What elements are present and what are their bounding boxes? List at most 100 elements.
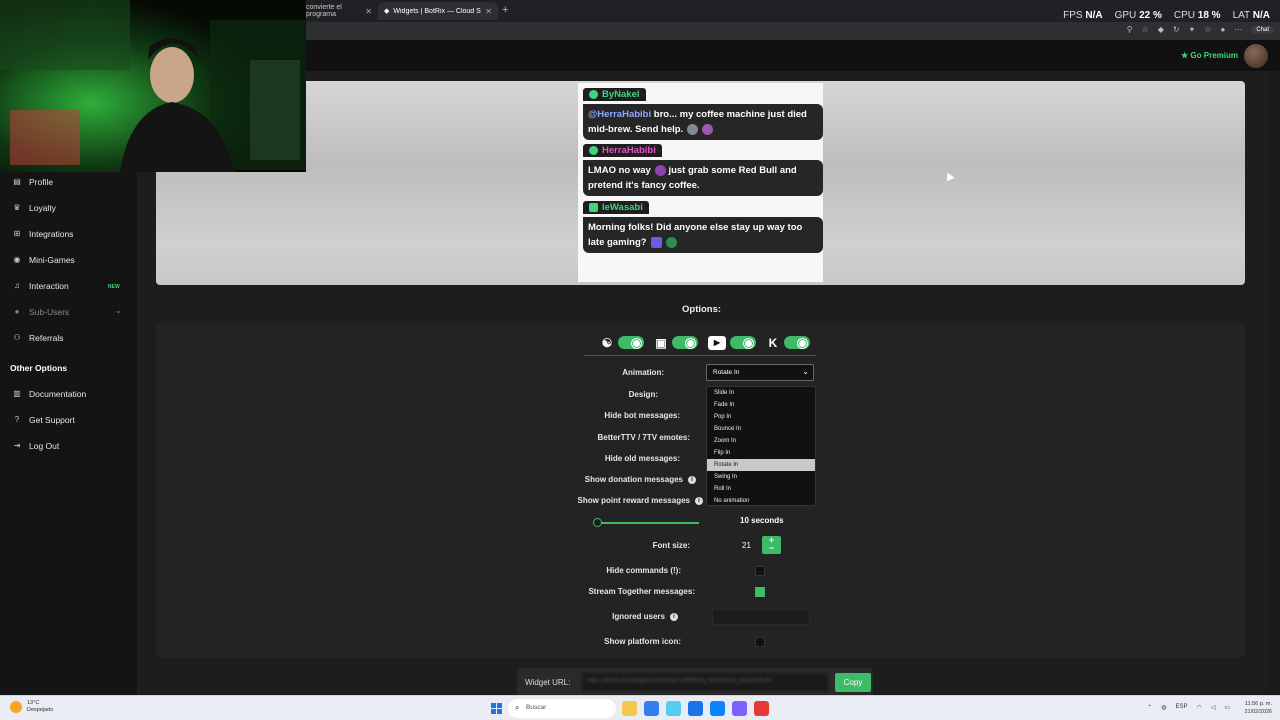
browser-tab[interactable]: convierte el programa ✕ [300, 2, 378, 20]
copy-button[interactable]: Copy [835, 673, 871, 692]
sidebar-item-integrations[interactable]: ⊞ Integrations [12, 229, 74, 239]
chat-message: HerraHabibi LMAO no way just grab some R… [583, 142, 823, 196]
bookmark-icon[interactable]: ☆ [1204, 25, 1211, 34]
edge-icon[interactable] [644, 701, 659, 716]
kick-platform-icon [589, 90, 598, 99]
battery-icon[interactable]: ▭ [1224, 704, 1230, 711]
chevron-down-icon[interactable]: ⌄ [115, 306, 122, 315]
star-icon[interactable]: ☆ [1142, 25, 1149, 34]
sidebar-item-interaction[interactable]: ♫ Interaction [12, 281, 69, 291]
music-icon: ♫ [14, 281, 20, 290]
kick-toggle[interactable] [784, 336, 810, 349]
animation-option[interactable]: Bounce In [707, 423, 815, 435]
animation-option[interactable]: Roll In [707, 483, 815, 495]
weather-desc: Despejado [27, 707, 54, 713]
ignored-users-row: Ignored users i [560, 612, 678, 621]
info-icon[interactable]: i [688, 475, 696, 484]
refresh-icon[interactable]: ↻ [1173, 25, 1180, 34]
browser-tab-active[interactable]: ◆ Widgets | BotRix — Cloud Stream ✕ [378, 2, 498, 20]
animation-option[interactable]: Slide In [707, 387, 815, 399]
chat-bubble: LMAO no way just grab some Red Bull and … [583, 160, 823, 196]
animation-option[interactable]: Swing In [707, 471, 815, 483]
sidebar-item-mini-games[interactable]: ◉ Mini-Games [12, 255, 75, 265]
discord-icon[interactable] [732, 701, 747, 716]
language-indicator[interactable]: ESP [1175, 704, 1187, 711]
slider-handle[interactable] [593, 518, 602, 527]
avatar[interactable] [1244, 44, 1268, 68]
windows-start-icon[interactable] [491, 703, 502, 714]
chat-button[interactable]: Chat [1251, 25, 1274, 34]
performance-overlay: FPS N/A GPU 22 % CPU 18 % LAT N/A [1063, 10, 1270, 21]
browser-toolbar-icons: ⚲ ☆ ◆ ↻ ✦ ☆ ● ⋯ Chat [1127, 25, 1274, 34]
sidebar-item-log-out[interactable]: ⇥ Log Out [12, 441, 60, 451]
sidebar-item-get-support[interactable]: ? Get Support [12, 415, 75, 425]
animation-select[interactable]: Rotate In ⌄ [706, 364, 814, 381]
ignored-users-label: Ignored users [612, 612, 665, 621]
weather-widget[interactable]: 13°C Despejado [10, 700, 53, 714]
new-tab-button[interactable]: + [502, 4, 508, 16]
close-tab-icon[interactable]: ✕ [365, 7, 372, 16]
chat-username: HerraHabibi [602, 145, 656, 156]
animation-option[interactable]: Zoom In [707, 435, 815, 447]
sidebar-item-sub-users[interactable]: ● Sub-Users [12, 307, 70, 317]
chat-text: LMAO no way [588, 165, 651, 176]
logout-icon: ⇥ [13, 441, 21, 450]
close-tab-icon[interactable]: ✕ [485, 7, 492, 16]
star-icon: ★ [1181, 51, 1189, 60]
new-badge: NEW [108, 284, 120, 290]
network-icon[interactable]: ◍ [1161, 704, 1166, 711]
clock[interactable]: 11:56 p. m. 21/02/2026 [1244, 700, 1272, 716]
sidebar-item-documentation[interactable]: ▥ Documentation [12, 389, 86, 399]
ignored-users-input[interactable] [712, 609, 810, 625]
taskbar-search[interactable]: ⌕ Buscar [508, 699, 616, 718]
youtube-toggle[interactable] [730, 336, 756, 349]
duration-slider[interactable] [593, 518, 699, 527]
browser-icon[interactable] [688, 701, 703, 716]
platform-icon-checkbox[interactable] [755, 637, 765, 647]
animation-option[interactable]: Pop In [707, 411, 815, 423]
info-icon[interactable]: i [670, 612, 678, 621]
twitch-icon: ▣ [655, 335, 667, 350]
animation-option[interactable]: No animation [707, 495, 815, 507]
mail-icon[interactable] [710, 701, 725, 716]
chat-bubble: @HerraHabibi bro... my coffee machine ju… [583, 104, 823, 140]
wifi-icon[interactable]: ◠ [1196, 704, 1201, 711]
sidebar-item-label: Sub-Users [29, 307, 70, 317]
youtube-icon: ▶ [708, 335, 726, 350]
stream-together-checkbox[interactable] [755, 587, 765, 597]
sidebar-item-referrals[interactable]: ⚇ Referrals [12, 333, 63, 343]
chevron-up-icon[interactable]: ⌃ [1147, 704, 1152, 711]
sidebar-item-profile[interactable]: ▤ Profile [12, 177, 53, 187]
address-bar[interactable]: ⚲ ☆ ◆ ↻ ✦ ☆ ● ⋯ Chat [306, 22, 1280, 40]
widget-url-field[interactable]: https://botrix.live/widgets/chat?bid=xRf… [582, 673, 828, 691]
sidebar-item-loyalty[interactable]: ♛ Loyalty [12, 203, 56, 213]
botrix-toggle[interactable] [618, 336, 644, 349]
animation-option-selected[interactable]: Rotate In [707, 459, 815, 471]
extension-icon[interactable]: ◆ [1158, 25, 1164, 34]
hide-commands-checkbox[interactable] [755, 566, 765, 576]
speaker-icon[interactable]: ◁ [1211, 704, 1216, 711]
windows-taskbar: 13°C Despejado ⌕ Buscar ⌃ ◍ ESP ◠ ◁ ▭ 11… [0, 695, 1280, 720]
store-icon[interactable] [666, 701, 681, 716]
minus-icon[interactable]: − [762, 544, 781, 553]
info-icon[interactable]: i [695, 496, 703, 505]
chrome-icon[interactable] [754, 701, 769, 716]
weather-temp: 13°C [27, 700, 40, 706]
go-premium-button[interactable]: ★ Go Premium [1181, 51, 1238, 60]
id-card-icon: ▤ [13, 177, 21, 186]
emote-icon [687, 123, 699, 135]
zoom-icon[interactable]: ⚲ [1127, 25, 1133, 34]
puzzle-icon[interactable]: ✦ [1189, 25, 1196, 34]
file-explorer-icon[interactable] [622, 701, 637, 716]
botrix-favicon-icon: ◆ [384, 8, 390, 15]
design-label: Design: [628, 390, 658, 399]
profile-icon[interactable]: ● [1220, 25, 1225, 34]
sun-icon [10, 701, 22, 713]
platform-toggles: ☯ ▣ ▶ K [584, 330, 816, 356]
animation-option[interactable]: Flip In [707, 447, 815, 459]
chat-mention: @HerraHabibi [588, 109, 652, 120]
animation-option[interactable]: Fade In [707, 399, 815, 411]
font-size-stepper[interactable]: + − [762, 536, 781, 554]
menu-icon[interactable]: ⋯ [1234, 25, 1242, 34]
twitch-toggle[interactable] [672, 336, 698, 349]
